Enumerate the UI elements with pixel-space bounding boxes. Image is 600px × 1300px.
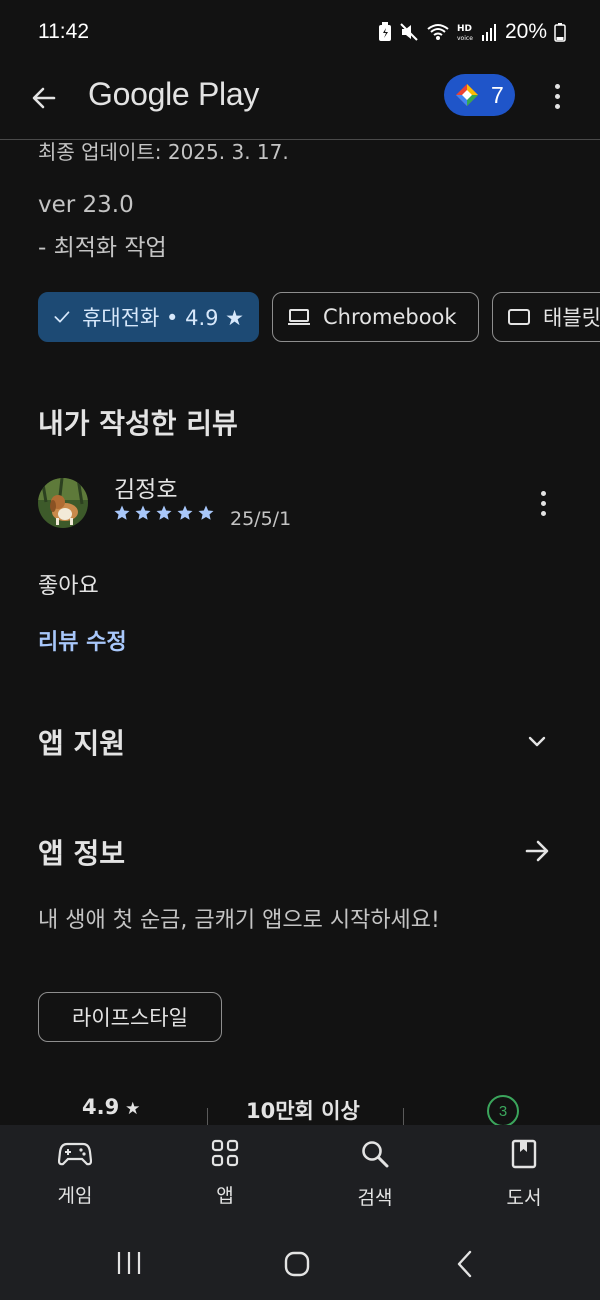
update-note: - 최적화 작업	[38, 235, 167, 261]
back-chevron-icon	[457, 1250, 472, 1278]
chip-phone-label: 휴대전화 • 4.9 ★	[82, 306, 244, 330]
stat-rating: 4.9 ★	[82, 1095, 140, 1119]
recent-apps-button[interactable]	[115, 1251, 143, 1275]
back-arrow-icon	[32, 87, 56, 109]
chip-chromebook-label: Chromebook	[323, 305, 457, 329]
more-vert-icon	[554, 83, 560, 89]
star-icon	[156, 505, 172, 520]
details-content[interactable]: 최종 업데이트: 2025. 3. 17. ver 23.0 - 최적화 작업 …	[0, 140, 600, 1125]
nav-books-label: 도서	[506, 1187, 542, 1209]
svg-text:HD: HD	[457, 24, 472, 34]
play-points-button[interactable]: 7	[444, 74, 515, 116]
stat-divider	[207, 1108, 208, 1125]
chip-tablet[interactable]: 태블릿	[492, 292, 600, 342]
chevron-down-icon	[528, 736, 546, 747]
hd-voice-icon: HD voice	[457, 22, 475, 42]
more-vert-dot	[540, 500, 546, 506]
version-text: ver 23.0	[38, 192, 134, 218]
more-vert-dot	[554, 103, 560, 109]
status-bar: 11:42 HD voice 20%	[0, 0, 600, 64]
star-icon	[135, 505, 151, 520]
battery-saver-icon	[378, 22, 392, 42]
category-chip[interactable]: 라이프스타일	[38, 992, 222, 1042]
play-points-count: 7	[491, 81, 504, 108]
app-description: 내 생애 첫 순금, 금캐기 앱으로 시작하세요!	[38, 908, 440, 933]
more-vert-icon	[540, 490, 546, 496]
review-text: 좋아요	[38, 574, 99, 599]
app-info-heading[interactable]: 앱 정보	[38, 832, 125, 872]
status-time: 11:42	[38, 20, 89, 43]
review-date: 25/5/1	[230, 508, 292, 530]
status-icons: HD voice 20%	[378, 20, 566, 44]
play-points-icon	[456, 84, 478, 106]
tablet-icon	[508, 309, 530, 325]
apps-grid-icon	[211, 1139, 239, 1167]
arrow-right-icon	[525, 840, 549, 862]
star-icon: ★	[119, 1099, 141, 1119]
open-app-info-button[interactable]	[520, 834, 554, 868]
nav-apps[interactable]: 앱	[180, 1139, 270, 1208]
book-icon	[511, 1139, 537, 1169]
chip-chromebook[interactable]: Chromebook	[272, 292, 479, 342]
nav-books[interactable]: 도서	[479, 1139, 569, 1210]
more-vert-dot	[554, 93, 560, 99]
star-icon	[198, 505, 214, 520]
recent-apps-icon	[117, 1252, 141, 1274]
age-rating-badge: 3	[487, 1095, 519, 1125]
wifi-icon	[426, 22, 450, 42]
nav-search[interactable]: 검색	[330, 1139, 420, 1210]
star-icon	[177, 505, 193, 520]
my-review-heading: 내가 작성한 리뷰	[38, 407, 238, 440]
expand-app-support-button[interactable]	[520, 724, 554, 758]
nav-games-label: 게임	[57, 1185, 93, 1207]
chip-phone[interactable]: 휴대전화 • 4.9 ★	[38, 292, 259, 342]
star-icon	[114, 505, 130, 520]
stat-downloads: 10만회 이상	[246, 1099, 360, 1123]
app-support-heading[interactable]: 앱 지원	[38, 722, 125, 762]
home-button[interactable]	[283, 1251, 311, 1277]
back-button[interactable]	[26, 80, 62, 116]
nav-apps-label: 앱	[216, 1185, 234, 1207]
system-navigation-bar	[0, 1225, 600, 1300]
reviewer-name: 김정호	[114, 477, 178, 503]
laptop-icon	[288, 309, 310, 325]
signal-icon	[481, 23, 498, 41]
bottom-navigation: 게임 앱 검색 도서	[0, 1125, 600, 1225]
avatar	[38, 478, 88, 528]
chip-tablet-label: 태블릿	[543, 306, 600, 330]
search-icon	[362, 1141, 389, 1168]
battery-percent: 20%	[504, 20, 547, 43]
stat-divider	[403, 1108, 404, 1125]
more-options-button[interactable]	[543, 78, 571, 114]
edit-review-link[interactable]: 리뷰 수정	[38, 624, 127, 656]
more-vert-dot	[540, 510, 546, 516]
svg-text:voice: voice	[457, 35, 473, 42]
device-chips: 휴대전화 • 4.9 ★ Chromebook 태블릿	[38, 292, 600, 342]
nav-games[interactable]: 게임	[30, 1139, 120, 1208]
battery-icon	[554, 22, 566, 42]
mute-icon	[399, 22, 419, 42]
gamepad-icon	[58, 1142, 92, 1166]
system-back-button[interactable]	[454, 1250, 476, 1278]
app-bar-title: Google Play	[88, 76, 260, 112]
review-star-rating	[113, 504, 215, 522]
review-more-button[interactable]	[530, 486, 556, 520]
app-bar: Google Play 7	[0, 64, 600, 140]
nav-search-label: 검색	[357, 1187, 393, 1209]
home-icon	[284, 1251, 310, 1277]
stat-rating-value: 4.9	[82, 1095, 120, 1119]
last-updated: 최종 업데이트: 2025. 3. 17.	[38, 140, 289, 164]
check-icon	[54, 311, 70, 323]
